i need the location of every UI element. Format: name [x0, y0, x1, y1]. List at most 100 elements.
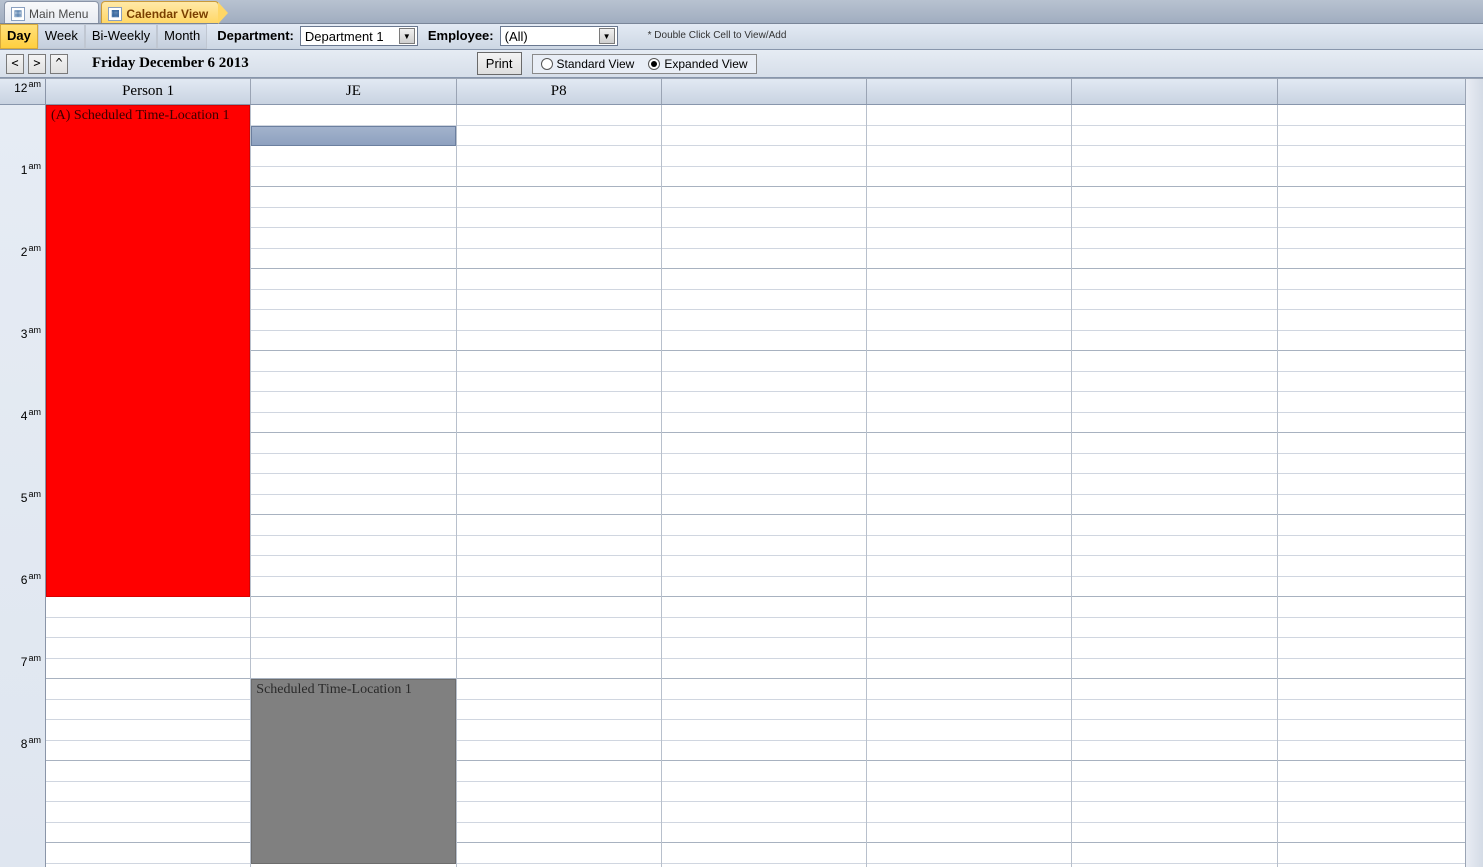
- time-slot[interactable]: [1072, 454, 1276, 475]
- time-slot[interactable]: [662, 597, 866, 618]
- time-slot[interactable]: [1278, 741, 1482, 762]
- time-slot[interactable]: [1072, 310, 1276, 331]
- time-slot[interactable]: [457, 618, 661, 639]
- time-slot[interactable]: [662, 269, 866, 290]
- calendar-column[interactable]: [1072, 105, 1277, 867]
- time-slot[interactable]: [662, 454, 866, 475]
- time-slot[interactable]: [457, 843, 661, 864]
- time-slot[interactable]: [1278, 187, 1482, 208]
- time-slot[interactable]: [251, 228, 455, 249]
- calendar-column[interactable]: [1278, 105, 1483, 867]
- time-slot[interactable]: [46, 638, 250, 659]
- time-slot[interactable]: [867, 392, 1071, 413]
- time-slot[interactable]: [867, 761, 1071, 782]
- calendar-event[interactable]: Scheduled Time-Location 1: [251, 679, 455, 864]
- time-slot[interactable]: [867, 515, 1071, 536]
- time-slot[interactable]: [867, 802, 1071, 823]
- time-slot[interactable]: [457, 310, 661, 331]
- time-slot[interactable]: [251, 659, 455, 680]
- time-slot[interactable]: [662, 864, 866, 867]
- time-slot[interactable]: [662, 515, 866, 536]
- time-slot[interactable]: [1072, 536, 1276, 557]
- time-slot[interactable]: [662, 823, 866, 844]
- time-slot[interactable]: [1278, 720, 1482, 741]
- time-slot[interactable]: [867, 187, 1071, 208]
- time-slot[interactable]: [1278, 454, 1482, 475]
- time-slot[interactable]: [1278, 269, 1482, 290]
- time-slot[interactable]: [867, 556, 1071, 577]
- time-slot[interactable]: [251, 474, 455, 495]
- column-header[interactable]: [867, 79, 1072, 104]
- time-slot[interactable]: [251, 597, 455, 618]
- time-slot[interactable]: [251, 372, 455, 393]
- time-slot[interactable]: [1072, 290, 1276, 311]
- time-slot[interactable]: [1278, 167, 1482, 188]
- column-header[interactable]: [1072, 79, 1277, 104]
- prev-button[interactable]: <: [6, 54, 24, 74]
- time-slot[interactable]: [251, 638, 455, 659]
- time-slot[interactable]: [662, 228, 866, 249]
- time-slot[interactable]: [662, 351, 866, 372]
- time-slot[interactable]: [1072, 433, 1276, 454]
- view-month-button[interactable]: Month: [157, 24, 207, 49]
- time-slot[interactable]: [662, 495, 866, 516]
- time-slot[interactable]: [1278, 495, 1482, 516]
- time-slot[interactable]: [867, 146, 1071, 167]
- time-slot[interactable]: [1072, 823, 1276, 844]
- time-slot[interactable]: [662, 741, 866, 762]
- time-slot[interactable]: [867, 290, 1071, 311]
- time-slot[interactable]: [251, 331, 455, 352]
- time-slot[interactable]: [662, 413, 866, 434]
- time-slot[interactable]: [1278, 864, 1482, 867]
- time-slot[interactable]: [867, 105, 1071, 126]
- time-slot[interactable]: [867, 167, 1071, 188]
- time-slot[interactable]: [457, 720, 661, 741]
- time-slot[interactable]: [457, 802, 661, 823]
- time-slot[interactable]: [1072, 843, 1276, 864]
- time-slot[interactable]: [867, 310, 1071, 331]
- time-slot[interactable]: [457, 372, 661, 393]
- time-slot[interactable]: [1072, 864, 1276, 867]
- tab-calendar-view[interactable]: ▦ Calendar View: [101, 1, 219, 23]
- time-slot[interactable]: [662, 310, 866, 331]
- time-slot[interactable]: [867, 269, 1071, 290]
- time-slot[interactable]: [1278, 474, 1482, 495]
- time-slot[interactable]: [46, 720, 250, 741]
- column-header[interactable]: JE: [251, 79, 456, 104]
- time-slot[interactable]: [662, 208, 866, 229]
- time-slot[interactable]: [457, 146, 661, 167]
- time-slot[interactable]: [457, 187, 661, 208]
- time-slot[interactable]: [867, 618, 1071, 639]
- time-slot[interactable]: [251, 556, 455, 577]
- time-slot[interactable]: [457, 515, 661, 536]
- time-slot[interactable]: [457, 392, 661, 413]
- time-slot[interactable]: [251, 864, 455, 867]
- time-slot[interactable]: [867, 433, 1071, 454]
- time-slot[interactable]: [662, 167, 866, 188]
- time-slot[interactable]: [251, 310, 455, 331]
- employee-select[interactable]: (All) ▼: [500, 26, 618, 46]
- view-day-button[interactable]: Day: [0, 24, 38, 49]
- time-slot[interactable]: [1278, 802, 1482, 823]
- time-slot[interactable]: [662, 433, 866, 454]
- time-slot[interactable]: [1072, 187, 1276, 208]
- time-slot[interactable]: [1072, 659, 1276, 680]
- time-slot[interactable]: [46, 741, 250, 762]
- time-slot[interactable]: [251, 269, 455, 290]
- time-slot[interactable]: [457, 126, 661, 147]
- time-slot[interactable]: [457, 761, 661, 782]
- time-slot[interactable]: [457, 454, 661, 475]
- time-slot[interactable]: [251, 454, 455, 475]
- time-slot[interactable]: [1072, 556, 1276, 577]
- selected-slot[interactable]: [251, 126, 455, 146]
- time-slot[interactable]: [457, 536, 661, 557]
- time-slot[interactable]: [1072, 392, 1276, 413]
- time-slot[interactable]: [867, 659, 1071, 680]
- time-slot[interactable]: [867, 474, 1071, 495]
- time-slot[interactable]: [662, 679, 866, 700]
- time-slot[interactable]: [251, 167, 455, 188]
- up-button[interactable]: ^: [50, 54, 68, 74]
- time-slot[interactable]: [251, 146, 455, 167]
- time-slot[interactable]: [1278, 208, 1482, 229]
- time-slot[interactable]: [867, 700, 1071, 721]
